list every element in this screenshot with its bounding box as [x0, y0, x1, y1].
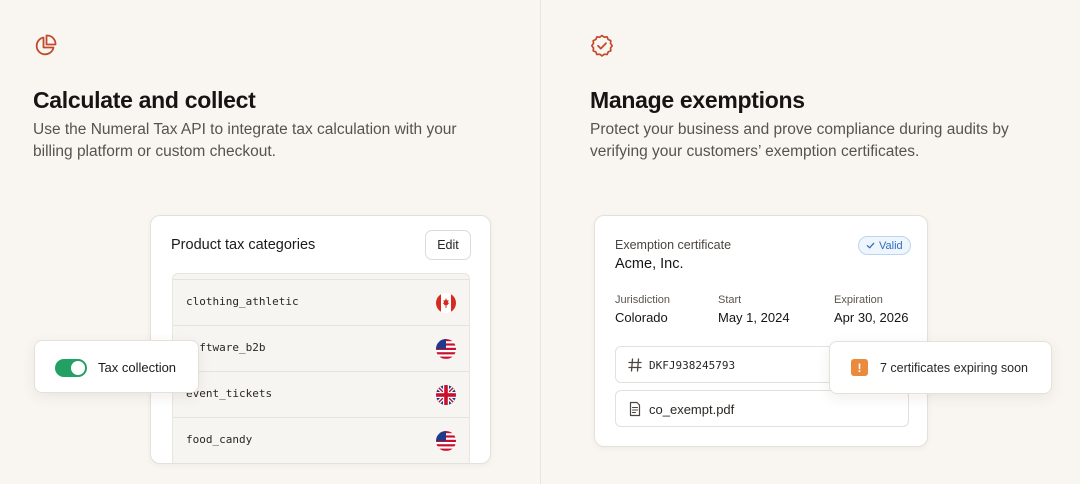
list-item[interactable]: event_tickets	[173, 371, 469, 417]
hash-icon	[628, 358, 642, 372]
certificate-file-row[interactable]: co_exempt.pdf	[615, 390, 909, 427]
exemption-certificate-card: Exemption certificate Acme, Inc. Valid J…	[594, 215, 928, 447]
category-name: event_tickets	[186, 387, 273, 400]
exemptions-panel: Manage exemptions Protect your business …	[541, 0, 1080, 484]
panel-description: Use the Numeral Tax API to integrate tax…	[33, 121, 457, 160]
status-badge: Valid	[858, 236, 911, 255]
uk-flag-icon	[436, 385, 456, 405]
certificate-file-name: co_exempt.pdf	[649, 402, 735, 417]
calculate-panel: Calculate and collect Use the Numeral Ta…	[0, 0, 540, 484]
certificate-id: DKFJ938245793	[649, 359, 736, 372]
toggle-knob	[71, 361, 85, 375]
category-name: clothing_athletic	[186, 295, 299, 308]
edit-button[interactable]: Edit	[425, 230, 471, 260]
start-value: May 1, 2024	[718, 310, 790, 325]
card-title: Product tax categories	[171, 237, 316, 253]
pie-chart-icon	[35, 34, 57, 56]
badge-check-icon	[590, 34, 614, 57]
jurisdiction-label: Jurisdiction	[615, 294, 671, 306]
jurisdiction-value: Colorado	[615, 310, 668, 325]
list-item[interactable]: software_b2b	[173, 325, 469, 371]
certificate-label: Exemption certificate	[615, 238, 732, 252]
tax-collection-toggle[interactable]	[55, 359, 87, 377]
tax-collection-toggle-card: Tax collection	[34, 340, 199, 393]
tax-category-list: clothing_athletic software_b2b event_tic…	[172, 273, 470, 463]
expiration-label: Expiration	[834, 294, 883, 306]
panel-title: Calculate and collect	[33, 87, 256, 113]
status-badge-label: Valid	[879, 239, 903, 252]
list-item[interactable]: food_candy	[173, 417, 469, 463]
toggle-label: Tax collection	[98, 360, 177, 375]
expiring-certificates-notice[interactable]: ! 7 certificates expiring soon	[829, 341, 1052, 394]
warning-icon: !	[851, 359, 868, 376]
expiring-label: 7 certificates expiring soon	[880, 361, 1028, 375]
usa-flag-icon	[436, 431, 456, 451]
list-item[interactable]: clothing_athletic	[173, 279, 469, 325]
canada-flag-icon	[436, 293, 456, 313]
certificate-company: Acme, Inc.	[615, 256, 684, 272]
usa-flag-icon	[436, 339, 456, 359]
check-icon	[866, 242, 875, 249]
start-label: Start	[718, 294, 742, 306]
panel-title: Manage exemptions	[590, 87, 805, 113]
product-tax-categories-card: Product tax categories Edit clothing_ath…	[150, 215, 491, 464]
panel-description: Protect your business and prove complian…	[590, 121, 1009, 160]
document-icon	[629, 401, 641, 417]
expiration-value: Apr 30, 2026	[834, 310, 909, 325]
category-name: food_candy	[186, 433, 253, 446]
